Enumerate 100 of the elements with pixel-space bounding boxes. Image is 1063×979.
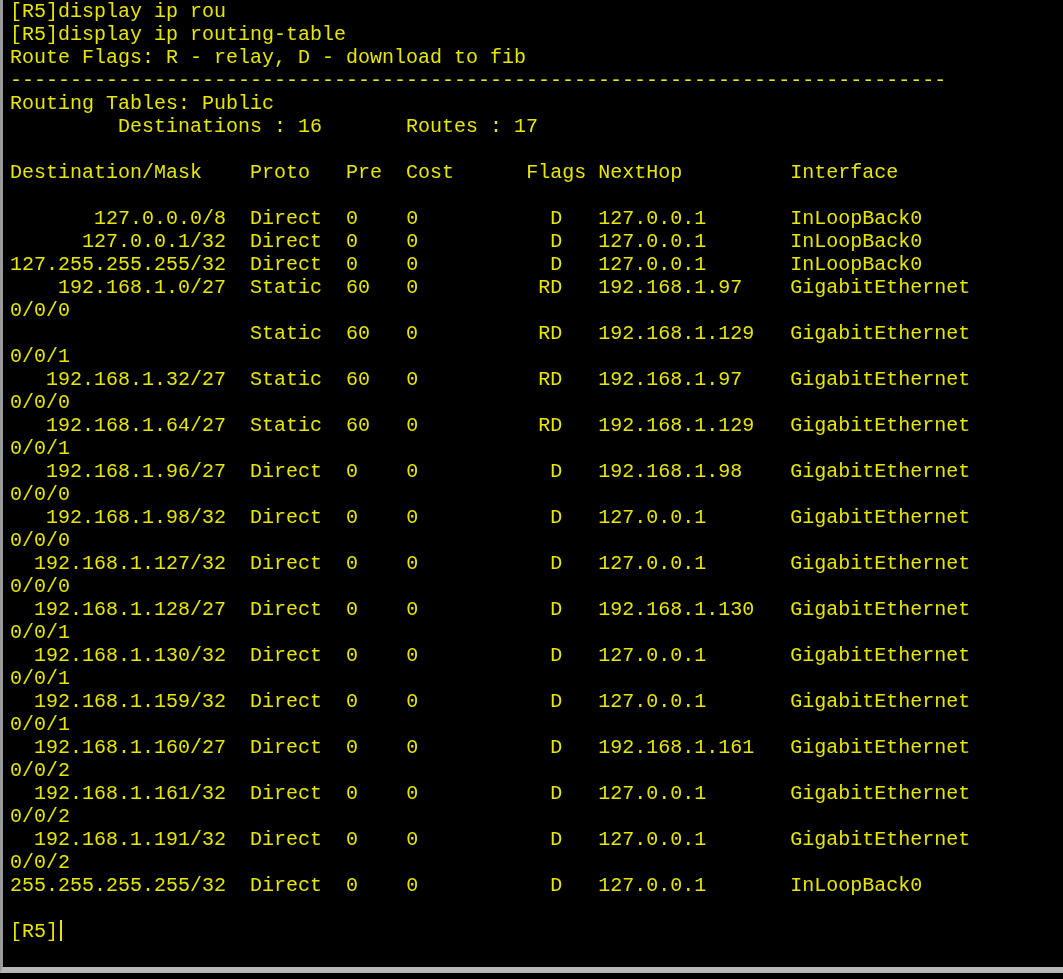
flags-cell: D bbox=[550, 253, 563, 276]
column-header: Interface bbox=[790, 161, 899, 184]
nexthop-cell: 192.168.1.130 bbox=[598, 598, 755, 621]
flags-cell: D bbox=[550, 207, 563, 230]
preference-cell: 0 bbox=[346, 690, 359, 713]
proto-cell: Direct bbox=[250, 552, 323, 575]
destination-cell: 127.255.255.255/32 bbox=[10, 253, 227, 276]
destination-cell: 127.0.0.1/32 bbox=[82, 230, 227, 253]
interface-cell: GigabitEthernet bbox=[790, 598, 971, 621]
nexthop-cell: 127.0.0.1 bbox=[598, 506, 707, 529]
nexthop-cell: 192.168.1.97 bbox=[598, 276, 743, 299]
interface-cell: 0/0/2 bbox=[10, 851, 70, 874]
summary-text: Destinations : 16 bbox=[118, 115, 323, 138]
interface-cell: 0/0/1 bbox=[10, 345, 70, 368]
destination-cell: 192.168.1.191/32 bbox=[34, 828, 227, 851]
preference-cell: 0 bbox=[346, 506, 359, 529]
destination-cell: 192.168.1.64/27 bbox=[46, 414, 227, 437]
terminal-text-line: [R5]display ip rou bbox=[10, 0, 227, 23]
proto-cell: Direct bbox=[250, 644, 323, 667]
cost-cell: 0 bbox=[406, 276, 419, 299]
proto-cell: Direct bbox=[250, 874, 323, 897]
column-header: Flags bbox=[526, 161, 587, 184]
interface-cell: InLoopBack0 bbox=[790, 207, 923, 230]
interface-cell: GigabitEthernet bbox=[790, 368, 971, 391]
nexthop-cell: 127.0.0.1 bbox=[598, 552, 707, 575]
interface-cell: GigabitEthernet bbox=[790, 322, 971, 345]
destination-cell: 255.255.255.255/32 bbox=[10, 874, 227, 897]
flags-cell: D bbox=[550, 690, 563, 713]
nexthop-cell: 192.168.1.161 bbox=[598, 736, 755, 759]
nexthop-cell: 127.0.0.1 bbox=[598, 644, 707, 667]
interface-cell: GigabitEthernet bbox=[790, 782, 971, 805]
preference-cell: 0 bbox=[346, 644, 359, 667]
destination-cell: 192.168.1.159/32 bbox=[34, 690, 227, 713]
cost-cell: 0 bbox=[406, 552, 419, 575]
cost-cell: 0 bbox=[406, 322, 419, 345]
flags-cell: D bbox=[550, 874, 563, 897]
preference-cell: 0 bbox=[346, 598, 359, 621]
preference-cell: 0 bbox=[346, 207, 359, 230]
interface-cell: InLoopBack0 bbox=[790, 253, 923, 276]
column-header: Cost bbox=[406, 161, 455, 184]
interface-cell: 0/0/1 bbox=[10, 437, 70, 460]
flags-cell: D bbox=[550, 506, 563, 529]
interface-cell: 0/0/1 bbox=[10, 621, 70, 644]
nexthop-cell: 127.0.0.1 bbox=[598, 253, 707, 276]
interface-cell: 0/0/0 bbox=[10, 299, 70, 322]
destination-cell: 192.168.1.160/27 bbox=[34, 736, 227, 759]
cost-cell: 0 bbox=[406, 414, 419, 437]
nexthop-cell: 192.168.1.129 bbox=[598, 414, 755, 437]
destination-cell: 192.168.1.32/27 bbox=[46, 368, 227, 391]
interface-cell: GigabitEthernet bbox=[790, 460, 971, 483]
summary-text: Routes : 17 bbox=[406, 115, 539, 138]
destination-cell: 192.168.1.127/32 bbox=[34, 552, 227, 575]
preference-cell: 0 bbox=[346, 828, 359, 851]
interface-cell: 0/0/2 bbox=[10, 805, 70, 828]
destination-cell: 192.168.1.128/27 bbox=[34, 598, 227, 621]
destination-cell: 192.168.1.161/32 bbox=[34, 782, 227, 805]
proto-cell: Direct bbox=[250, 506, 323, 529]
cost-cell: 0 bbox=[406, 782, 419, 805]
proto-cell: Direct bbox=[250, 736, 323, 759]
flags-cell: D bbox=[550, 552, 563, 575]
cost-cell: 0 bbox=[406, 644, 419, 667]
cost-cell: 0 bbox=[406, 253, 419, 276]
nexthop-cell: 192.168.1.98 bbox=[598, 460, 743, 483]
flags-cell: D bbox=[550, 598, 563, 621]
proto-cell: Direct bbox=[250, 460, 323, 483]
proto-cell: Static bbox=[250, 368, 323, 391]
flags-cell: D bbox=[550, 736, 563, 759]
flags-cell: RD bbox=[538, 414, 563, 437]
nexthop-cell: 127.0.0.1 bbox=[598, 874, 707, 897]
command-prompt: [R5] bbox=[10, 920, 58, 943]
flags-cell: D bbox=[550, 460, 563, 483]
preference-cell: 0 bbox=[346, 874, 359, 897]
column-header: Destination/Mask bbox=[10, 161, 203, 184]
cost-cell: 0 bbox=[406, 690, 419, 713]
interface-cell: 0/0/0 bbox=[10, 483, 70, 506]
preference-cell: 60 bbox=[346, 414, 371, 437]
proto-cell: Static bbox=[250, 414, 323, 437]
cost-cell: 0 bbox=[406, 506, 419, 529]
cost-cell: 0 bbox=[406, 207, 419, 230]
nexthop-cell: 192.168.1.97 bbox=[598, 368, 743, 391]
flags-cell: RD bbox=[538, 322, 563, 345]
interface-cell: GigabitEthernet bbox=[790, 276, 971, 299]
flags-cell: RD bbox=[538, 276, 563, 299]
destination-cell: 127.0.0.0/8 bbox=[94, 207, 227, 230]
nexthop-cell: 127.0.0.1 bbox=[598, 207, 707, 230]
nexthop-cell: 127.0.0.1 bbox=[598, 828, 707, 851]
cost-cell: 0 bbox=[406, 874, 419, 897]
flags-cell: D bbox=[550, 782, 563, 805]
destination-cell: 192.168.1.0/27 bbox=[58, 276, 227, 299]
terminal-text-line: [R5]display ip routing-table bbox=[10, 23, 347, 46]
cost-cell: 0 bbox=[406, 368, 419, 391]
column-header: Pre bbox=[346, 161, 383, 184]
interface-cell: 0/0/0 bbox=[10, 529, 70, 552]
nexthop-cell: 127.0.0.1 bbox=[598, 230, 707, 253]
cost-cell: 0 bbox=[406, 460, 419, 483]
preference-cell: 0 bbox=[346, 460, 359, 483]
destination-cell: 192.168.1.96/27 bbox=[46, 460, 227, 483]
proto-cell: Direct bbox=[250, 828, 323, 851]
proto-cell: Direct bbox=[250, 782, 323, 805]
interface-cell: GigabitEthernet bbox=[790, 644, 971, 667]
